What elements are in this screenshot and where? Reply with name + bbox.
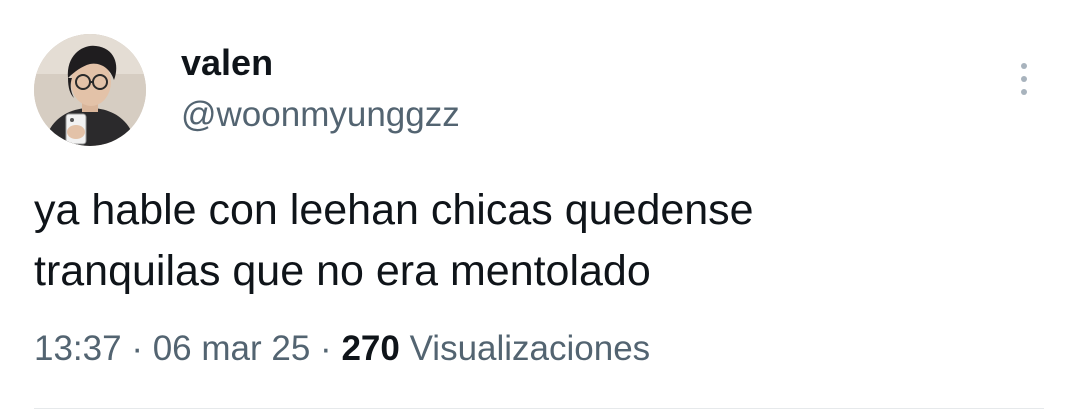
avatar-photo <box>34 34 146 146</box>
divider <box>34 408 1044 409</box>
meta-separator: · <box>131 329 143 368</box>
post-meta: 13:37 · 06 mar 25 · 270 Visualizaciones <box>34 326 650 372</box>
display-name[interactable]: valen <box>181 40 273 86</box>
more-options-button[interactable] <box>1006 56 1042 102</box>
more-vertical-icon <box>1021 76 1027 82</box>
post-text: ya hable con leehan chicas quedense tran… <box>34 186 754 295</box>
post-time[interactable]: 13:37 <box>34 329 122 368</box>
user-handle[interactable]: @woonmyunggzz <box>181 92 460 138</box>
views-count[interactable]: 270 <box>341 329 399 368</box>
views-label[interactable]: Visualizaciones <box>410 329 651 368</box>
avatar[interactable] <box>34 34 146 146</box>
more-vertical-icon <box>1021 89 1027 95</box>
meta-separator: · <box>320 329 332 368</box>
post-date[interactable]: 06 mar 25 <box>153 329 311 368</box>
more-vertical-icon <box>1021 63 1027 69</box>
